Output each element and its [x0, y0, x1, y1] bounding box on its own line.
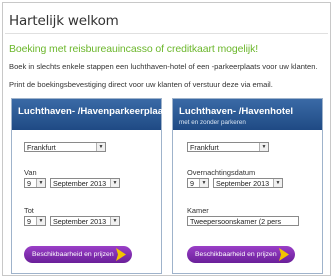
hotel-panel-body: Frankfurt ▼ Overnachtingsdatum 9 ▼ Septe…	[173, 130, 322, 273]
hotel-panel-subtitle: met en zonder parkeren	[179, 119, 246, 126]
parking-to-month-select[interactable]: September 2013 ▼	[50, 216, 120, 226]
hotel-day-select[interactable]: 9 ▼	[187, 178, 209, 188]
parking-to-label: Tot	[24, 206, 34, 215]
arrow-right-icon	[116, 248, 126, 261]
intro-text-line-2: Print de boekingsbevestiging direct voor…	[9, 80, 273, 89]
parking-to-month-value: September 2013	[53, 217, 107, 226]
chevron-down-icon: ▼	[273, 179, 282, 187]
parking-from-day-value: 9	[27, 179, 31, 188]
parking-panel-title: Luchthaven- /Havenparkeerplaats	[18, 106, 172, 117]
arrow-right-icon	[279, 248, 289, 261]
parking-from-month-select[interactable]: September 2013 ▼	[50, 178, 120, 188]
hotel-availability-button[interactable]: Beschikbaarheid en prijzen	[187, 246, 295, 263]
hotel-room-select[interactable]: Tweepersoonskamer (2 pers	[187, 216, 299, 226]
hotel-panel-title: Luchthaven- /Havenhotel	[179, 106, 294, 117]
chevron-down-icon: ▼	[96, 143, 105, 151]
chevron-down-icon: ▼	[259, 143, 268, 151]
hotel-location-value: Frankfurt	[190, 143, 219, 152]
parking-availability-button[interactable]: Beschikbaarheid en prijzen	[24, 246, 132, 263]
hotel-panel: Luchthaven- /Havenhotel met en zonder pa…	[172, 98, 323, 274]
parking-from-day-select[interactable]: 9 ▼	[24, 178, 46, 188]
hotel-day-value: 9	[190, 179, 194, 188]
hotel-month-value: September 2013	[216, 179, 270, 188]
payment-subtitle: Boeking met reisbureauincasso of creditk…	[9, 43, 259, 55]
hotel-location-select[interactable]: Frankfurt ▼	[187, 142, 269, 152]
parking-location-value: Frankfurt	[27, 143, 56, 152]
hotel-panel-header: Luchthaven- /Havenhotel met en zonder pa…	[173, 99, 322, 130]
parking-location-select[interactable]: Frankfurt ▼	[24, 142, 106, 152]
parking-to-day-value: 9	[27, 217, 31, 226]
chevron-down-icon: ▼	[36, 217, 45, 225]
page-title: Hartelijk welkom	[9, 13, 119, 29]
parking-from-label: Van	[24, 168, 37, 177]
parking-panel-body: Frankfurt ▼ Van 9 ▼ September 2013 ▼ Tot…	[12, 130, 161, 273]
hotel-room-label: Kamer	[187, 206, 209, 215]
parking-panel: Luchthaven- /Havenparkeerplaats Frankfur…	[11, 98, 172, 274]
chevron-down-icon: ▼	[36, 179, 45, 187]
chevron-down-icon: ▼	[110, 179, 119, 187]
parking-panel-header: Luchthaven- /Havenparkeerplaats	[12, 99, 172, 130]
parking-availability-label: Beschikbaarheid en prijzen	[32, 251, 114, 258]
hotel-availability-label: Beschikbaarheid en prijzen	[195, 251, 277, 258]
intro-text-line-1: Boek in slechts enkele stappen een lucht…	[9, 62, 318, 71]
parking-to-day-select[interactable]: 9 ▼	[24, 216, 46, 226]
chevron-down-icon: ▼	[110, 217, 119, 225]
hotel-month-select[interactable]: September 2013 ▼	[213, 178, 283, 188]
hotel-room-value: Tweepersoonskamer (2 pers	[190, 217, 282, 226]
chevron-down-icon: ▼	[199, 179, 208, 187]
title-divider	[5, 33, 328, 34]
hotel-date-label: Overnachtingsdatum	[187, 168, 256, 177]
parking-from-month-value: September 2013	[53, 179, 107, 188]
